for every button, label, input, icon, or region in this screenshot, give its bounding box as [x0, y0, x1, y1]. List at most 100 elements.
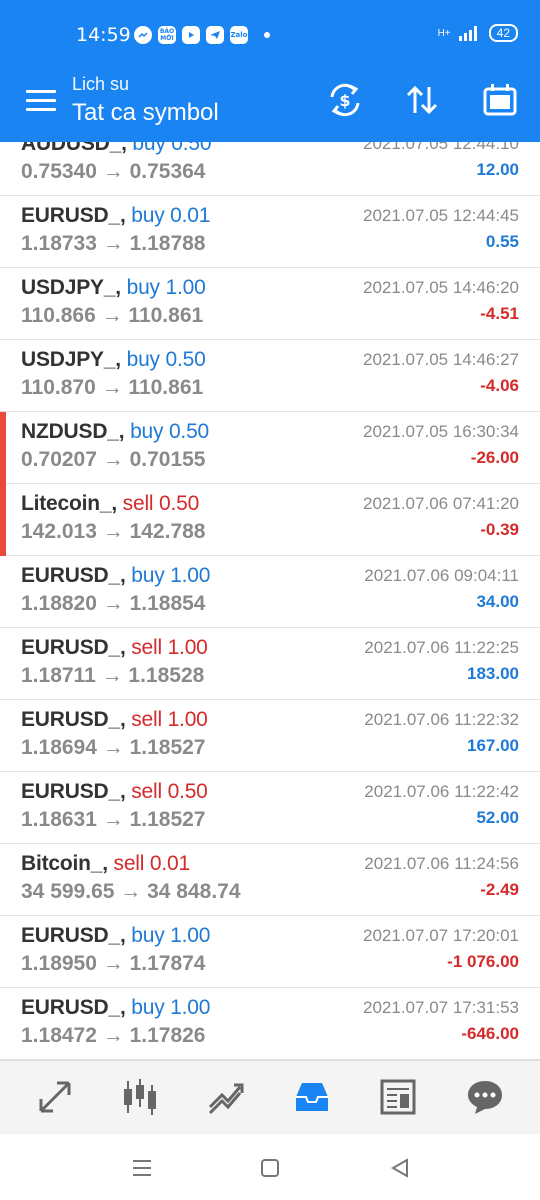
trade-profit: 34.00	[476, 592, 519, 611]
trade-prices: 0.75340 → 0.75364	[21, 160, 206, 183]
trade-profit: -4.06	[480, 376, 519, 395]
sort-icon[interactable]	[402, 80, 442, 120]
trade-side-volume: buy 1.00	[131, 564, 211, 587]
telegram-icon	[206, 26, 224, 44]
quotes-icon[interactable]	[33, 1075, 77, 1119]
recent-apps-icon[interactable]	[130, 1156, 154, 1180]
trade-time: 2021.07.06 11:22:42	[364, 782, 519, 801]
menu-button[interactable]	[26, 90, 56, 114]
trade-profit: 183.00	[467, 664, 519, 683]
trade-side-volume: sell 1.00	[131, 708, 208, 731]
trade-row[interactable]: EURUSD_, buy 1.00 1.18950 → 1.17874 2021.0…	[0, 916, 540, 988]
trade-time: 2021.07.06 07:41:20	[363, 494, 519, 513]
trade-prices: 110.870 → 110.861	[21, 376, 204, 399]
trade-symbol: EURUSD_,	[21, 924, 126, 947]
trade-icon[interactable]	[204, 1075, 248, 1119]
page-title[interactable]: Tat ca symbol	[72, 99, 219, 127]
trade-prices: 0.70207 → 0.70155	[21, 448, 206, 471]
trade-prices: 1.18694 → 1.18527	[21, 736, 206, 759]
trade-symbol: EURUSD_,	[21, 996, 126, 1019]
trade-prices: 1.18711 → 1.18528	[21, 664, 205, 687]
home-icon[interactable]	[258, 1156, 282, 1180]
status-bar: 14:59 BÁO MỚI Zalo H+ 42	[0, 0, 540, 70]
bottom-navigation	[0, 1060, 540, 1134]
trade-symbol-line: EURUSD_, sell 1.00	[21, 708, 208, 732]
trade-row[interactable]: NZDUSD_, buy 0.50 0.70207 → 0.70155 2021.0…	[0, 412, 540, 484]
trade-symbol-line: Litecoin_, sell 0.50	[21, 492, 199, 516]
trade-row[interactable]: USDJPY_, buy 1.00 110.866 → 110.861 2021.0…	[0, 268, 540, 340]
trade-side-volume: buy 1.00	[131, 996, 211, 1019]
app-bar: Lich su Tat ca symbol $	[0, 70, 540, 142]
trade-profit: 167.00	[467, 736, 519, 755]
trade-history-list[interactable]: AUDUSD_, buy 0.50 0.75340 → 0.75364 2021.0…	[0, 142, 540, 1060]
app-title-wrap: Lich su Tat ca symbol	[72, 74, 219, 127]
trade-side-volume: buy 1.00	[131, 924, 211, 947]
trade-side-volume: sell 0.01	[113, 852, 191, 875]
trade-side-volume: sell 0.50	[122, 492, 200, 515]
trade-symbol-line: EURUSD_, buy 1.00	[21, 996, 210, 1020]
trade-row[interactable]: Bitcoin_, sell 0.01 34 599.65 → 34 848.74…	[0, 844, 540, 916]
trade-prices: 1.18472 → 1.17826	[21, 1024, 206, 1047]
trade-profit: 0.55	[485, 232, 519, 251]
trade-time: 2021.07.06 11:24:56	[364, 854, 519, 873]
trade-symbol-line: EURUSD_, buy 1.00	[21, 924, 210, 948]
news-icon[interactable]	[376, 1075, 420, 1119]
trade-symbol-line: USDJPY_, buy 1.00	[21, 276, 206, 300]
signal-icon	[458, 26, 477, 41]
messenger-icon	[134, 26, 152, 44]
selection-marker	[0, 484, 6, 556]
network-label: H+	[437, 27, 451, 39]
trade-symbol-line: USDJPY_, buy 0.50	[21, 348, 206, 372]
status-right: H+ 42	[438, 24, 518, 42]
trade-symbol: USDJPY_,	[21, 276, 121, 299]
currency-exchange-icon[interactable]: $	[325, 80, 365, 120]
trade-profit: 12.00	[476, 160, 519, 179]
trade-side-volume: buy 1.00	[126, 276, 206, 299]
trade-row[interactable]: AUDUSD_, buy 0.50 0.75340 → 0.75364 2021.0…	[0, 142, 540, 196]
history-icon[interactable]	[290, 1075, 334, 1119]
page-subtitle: Lich su	[72, 74, 130, 94]
trade-side-volume: sell 0.50	[131, 780, 208, 803]
trade-row[interactable]: EURUSD_, buy 0.01 1.18733 → 1.18788 2021.0…	[0, 196, 540, 268]
trade-row[interactable]: EURUSD_, buy 1.00 1.18472 → 1.17826 2021.0…	[0, 988, 540, 1060]
chat-icon[interactable]	[463, 1075, 507, 1119]
trade-symbol: EURUSD_,	[21, 204, 126, 227]
zalo-icon: Zalo	[230, 26, 248, 44]
youtube-icon	[182, 26, 200, 44]
trade-profit: -0.39	[480, 520, 519, 539]
trade-time: 2021.07.05 12:44:10	[363, 142, 519, 153]
trade-time: 2021.07.06 11:22:25	[364, 638, 519, 657]
trade-profit: -4.51	[480, 304, 519, 323]
back-icon[interactable]	[388, 1156, 412, 1180]
status-time: 14:59	[76, 24, 131, 46]
trade-profit: -26.00	[470, 448, 519, 467]
notification-icons: BÁO MỚI Zalo	[134, 26, 270, 44]
trade-row[interactable]: EURUSD_, buy 1.00 1.18820 → 1.18854 2021.0…	[0, 556, 540, 628]
chart-icon[interactable]	[118, 1075, 162, 1119]
trade-prices: 34 599.65 → 34 848.74	[21, 880, 241, 903]
trade-prices: 142.013 → 142.788	[21, 520, 206, 543]
trade-row[interactable]: Litecoin_, sell 0.50 142.013 → 142.788 202…	[0, 484, 540, 556]
trade-row[interactable]: EURUSD_, sell 1.00 1.18711 → 1.18528 2021.…	[0, 628, 540, 700]
trade-symbol: Bitcoin_,	[21, 852, 108, 875]
trade-profit: -1 076.00	[447, 952, 519, 971]
trade-symbol-line: EURUSD_, sell 1.00	[21, 636, 208, 660]
trade-row[interactable]: EURUSD_, sell 0.50 1.18631 → 1.18527 2021.…	[0, 772, 540, 844]
trade-time: 2021.07.06 11:22:32	[364, 710, 519, 729]
bao-moi-icon: BÁO MỚI	[158, 26, 176, 44]
trade-profit: -2.49	[480, 880, 519, 899]
trade-symbol: NZDUSD_,	[21, 420, 125, 443]
trade-symbol-line: AUDUSD_, buy 0.50	[21, 142, 212, 156]
trade-symbol-line: Bitcoin_, sell 0.01	[21, 852, 190, 876]
trade-row[interactable]: EURUSD_, sell 1.00 1.18694 → 1.18527 2021.…	[0, 700, 540, 772]
trade-row[interactable]: USDJPY_, buy 0.50 110.870 → 110.861 2021.0…	[0, 340, 540, 412]
trade-time: 2021.07.05 14:46:27	[363, 350, 519, 369]
svg-text:$: $	[339, 91, 350, 110]
trade-symbol-line: NZDUSD_, buy 0.50	[21, 420, 209, 444]
trade-time: 2021.07.07 17:31:53	[363, 998, 519, 1017]
calendar-icon[interactable]	[480, 80, 520, 120]
trade-profit: 52.00	[476, 808, 519, 827]
bao-moi-label: BÁO MỚI	[159, 28, 175, 42]
trade-symbol: EURUSD_,	[21, 564, 126, 587]
trade-prices: 1.18631 → 1.18527	[21, 808, 206, 831]
